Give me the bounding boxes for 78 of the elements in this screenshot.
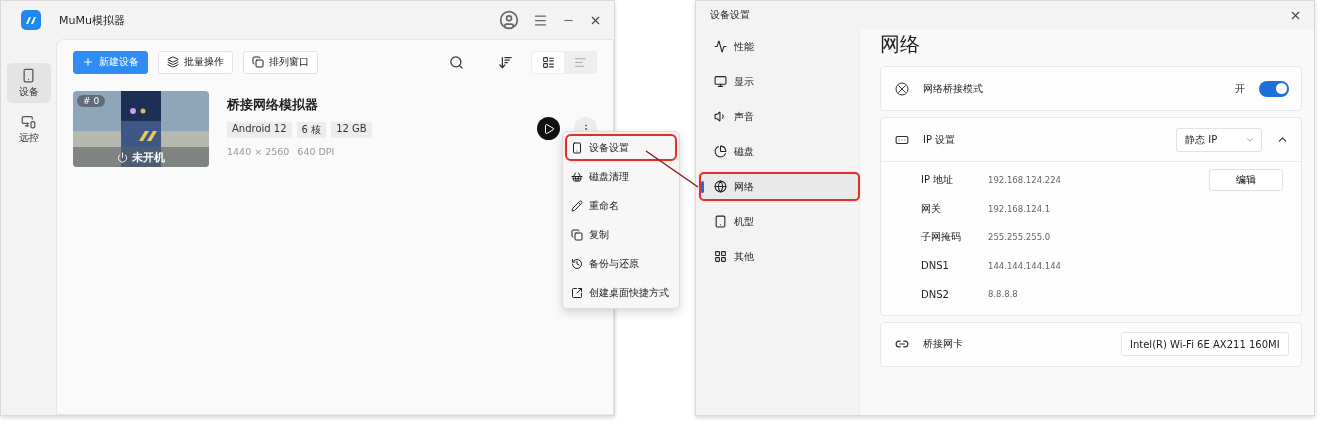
field-value: 255.255.255.0 xyxy=(988,232,1052,243)
menu-icon[interactable] xyxy=(533,12,548,28)
pie-chart-icon xyxy=(714,145,727,158)
sidebar-item[interactable]: 设备 xyxy=(6,63,51,103)
pencil-icon xyxy=(571,199,583,212)
edit-button[interactable]: 编辑 xyxy=(1209,169,1283,192)
device-name: 桥接网络模拟器 xyxy=(227,96,319,114)
setting-label: 桥接网卡 xyxy=(923,337,964,351)
nav-item[interactable]: 机型 xyxy=(700,208,859,235)
arrange-button[interactable]: 排列窗口 xyxy=(243,50,318,74)
field-label: DNS2 xyxy=(921,288,950,300)
sort-icon[interactable] xyxy=(498,54,513,70)
dpi-text: 640 DPI xyxy=(297,146,335,157)
link-icon xyxy=(895,337,909,351)
avatar-icon[interactable] xyxy=(499,10,519,30)
window-title: 设备设置 xyxy=(710,8,751,22)
resolution-text: 1440 × 2560 xyxy=(227,146,290,157)
chart-icon xyxy=(714,40,727,53)
menu-item[interactable]: 创建桌面快捷方式 xyxy=(566,280,676,305)
phone-icon xyxy=(21,67,36,83)
nav-item[interactable]: 声音 xyxy=(700,103,859,130)
spec-tag: Android 12 xyxy=(227,122,292,138)
batch-button[interactable]: 批量操作 xyxy=(158,50,233,74)
setting-label: IP 设置 xyxy=(923,132,957,147)
spec-tag: 12 GB xyxy=(331,122,372,138)
play-button[interactable] xyxy=(537,117,560,140)
page-heading: 网络 xyxy=(880,31,921,58)
search-icon[interactable] xyxy=(449,54,464,70)
index-badge: # 0 xyxy=(77,95,106,107)
menu-item[interactable]: 磁盘清理 xyxy=(566,164,676,189)
view-button[interactable] xyxy=(532,51,564,73)
nav-item[interactable]: 磁盘 xyxy=(700,138,859,165)
field-value: 8.8.8.8 xyxy=(988,289,1019,300)
nav-item[interactable]: 显示 xyxy=(700,68,859,95)
crossed-circle-icon xyxy=(895,81,909,96)
history-icon xyxy=(571,257,583,270)
copy-icon xyxy=(571,228,583,241)
toggle-switch[interactable] xyxy=(1259,80,1289,97)
menu-item[interactable]: 重命名 xyxy=(566,193,676,218)
field-label: 子网掩码 xyxy=(921,230,962,245)
plus-icon xyxy=(82,56,94,68)
card-list-icon xyxy=(541,55,555,69)
menu-item[interactable]: 备份与还原 xyxy=(566,251,676,276)
nav-item[interactable]: 性能 xyxy=(700,33,859,60)
layers-icon xyxy=(167,56,179,68)
basket-icon xyxy=(571,170,583,183)
windows-icon xyxy=(252,56,264,68)
monitor-phone-icon xyxy=(21,113,36,129)
field-label: 网关 xyxy=(921,201,942,216)
nav-item[interactable]: 其他 xyxy=(700,243,859,270)
power-icon xyxy=(117,151,128,163)
setting-label: 网络桥接模式 xyxy=(923,81,984,96)
spec-tag: 6 核 xyxy=(296,122,327,138)
globe-icon xyxy=(714,180,727,193)
menu-item[interactable]: 复制 xyxy=(566,222,676,247)
field-value: 144.144.144.144 xyxy=(988,260,1062,271)
field-value: 192.168.124.224 xyxy=(988,175,1062,186)
field-label: IP 地址 xyxy=(921,173,955,188)
phone-icon xyxy=(571,141,583,154)
list-icon xyxy=(573,55,587,69)
adapter-dropdown[interactable]: Intel(R) Wi-Fi 6E AX211 160MI xyxy=(1121,332,1289,356)
field-label: DNS1 xyxy=(921,260,950,272)
tablet-icon xyxy=(714,215,727,228)
window-title: MuMu模拟器 xyxy=(59,12,126,28)
speaker-icon xyxy=(714,110,727,123)
sidebar-item[interactable]: 远控 xyxy=(6,109,51,149)
annotation-line xyxy=(645,150,699,188)
monitor-icon xyxy=(714,75,727,88)
toggle-state: 开 xyxy=(1235,81,1245,96)
field-value: 192.168.124.1 xyxy=(988,203,1052,214)
menu-item[interactable]: 设备设置 xyxy=(566,135,676,160)
nav-item[interactable]: 网络 xyxy=(700,173,859,200)
status-label: 未开机 xyxy=(132,149,165,165)
logo-icon xyxy=(21,10,41,30)
mode-dropdown[interactable]: 静态 IP xyxy=(1176,127,1262,152)
play-icon xyxy=(542,122,555,135)
grid-icon xyxy=(714,250,727,263)
shortcut-icon xyxy=(571,286,583,299)
